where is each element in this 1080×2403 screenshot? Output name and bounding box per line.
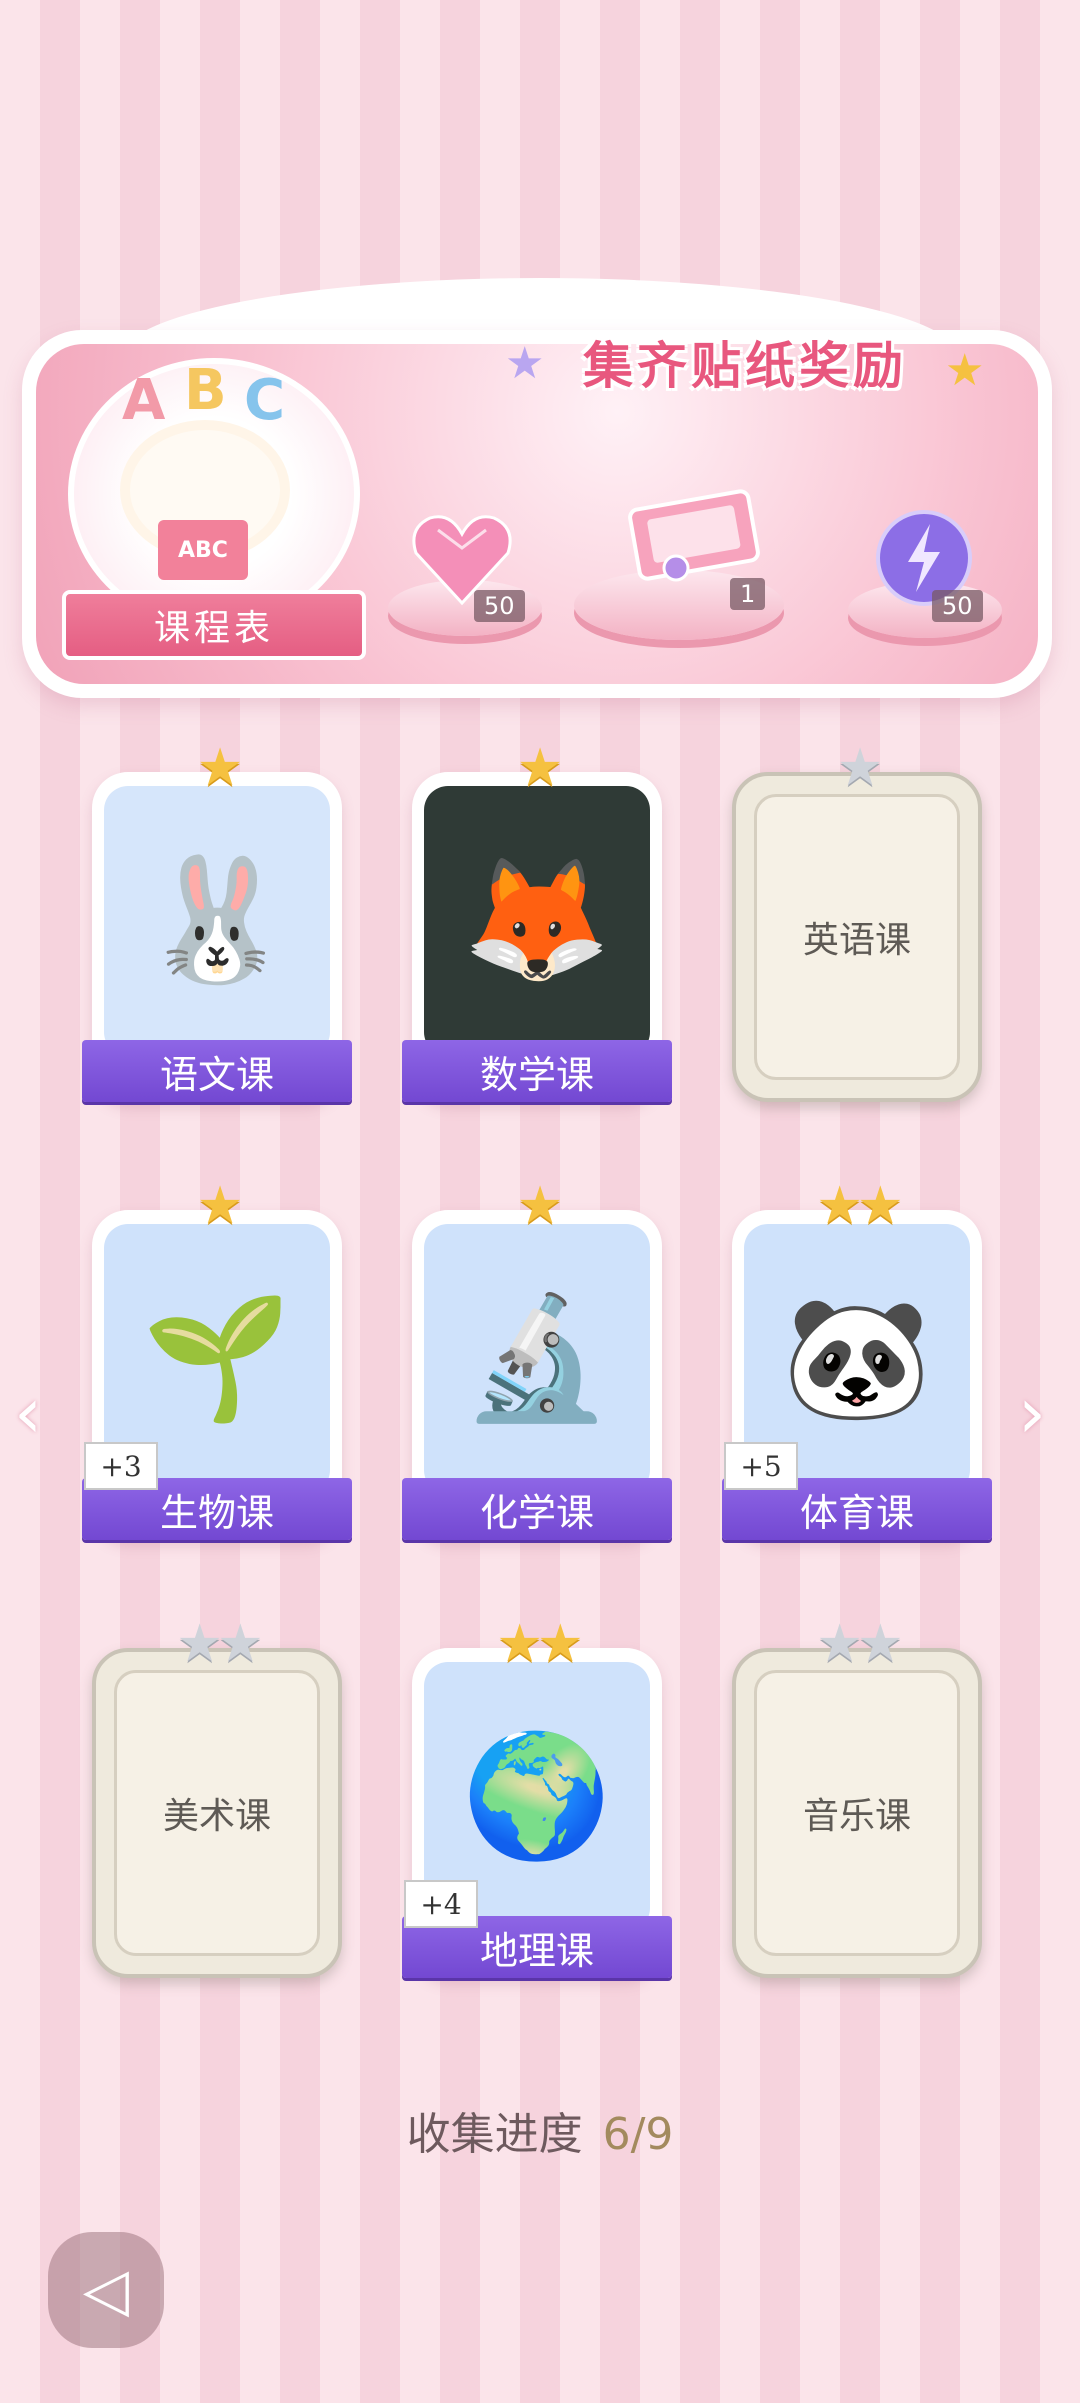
collection-progress: 收集进度 6/9 — [0, 2098, 1080, 2162]
course-card[interactable]: 英语课 ★ — [732, 742, 982, 1102]
next-page-arrow-icon[interactable]: › — [1018, 1372, 1046, 1454]
abc-letter: A — [122, 368, 166, 433]
star-icon: ★ — [857, 1614, 904, 1674]
locked-card-frame: 音乐课 — [732, 1648, 982, 1978]
card-frame: 🌱 生物课 +3 — [82, 1210, 352, 1540]
locked-card-frame: 英语课 — [732, 772, 982, 1102]
star-rating: ★★ — [732, 1618, 982, 1670]
star-deco-icon: ★ — [945, 345, 985, 396]
back-arrow-icon: ◁ — [82, 2255, 130, 2325]
star-icon: ★ — [857, 1176, 904, 1236]
card-frame: 🐼 体育课 +5 — [722, 1210, 992, 1540]
star-icon: ★ — [217, 1614, 264, 1674]
star-rating: ★ — [732, 742, 982, 794]
banner-title: 集齐贴纸奖励 — [583, 337, 907, 395]
card-frame: 🌍 地理课 +4 — [402, 1648, 672, 1978]
star-icon: ★ — [816, 1614, 863, 1674]
course-card[interactable]: 音乐课 ★★ — [732, 1618, 982, 1978]
card-frame: 🦊 数学课 — [402, 772, 672, 1102]
star-icon: ★ — [816, 1176, 863, 1236]
back-button[interactable]: ◁ — [48, 2232, 164, 2348]
star-rating: ★ — [92, 1180, 342, 1232]
abc-letter: C — [244, 368, 286, 433]
course-label: 数学课 — [402, 1040, 672, 1102]
course-label: 语文课 — [82, 1040, 352, 1102]
course-illustration-icon: 🐰 — [104, 786, 330, 1056]
course-illustration-icon: 🔬 — [424, 1224, 650, 1494]
star-deco-icon: ★ — [505, 338, 545, 389]
course-label: 音乐课 — [754, 1670, 960, 1956]
card-frame: 🔬 化学课 — [402, 1210, 672, 1540]
star-icon: ★ — [496, 1614, 543, 1674]
book-icon: ABC — [158, 520, 248, 580]
card-frame: 🐰 语文课 — [82, 772, 352, 1102]
course-card[interactable]: 🐼 体育课 +5 ★★ — [722, 1180, 992, 1540]
course-label: 美术课 — [114, 1670, 320, 1956]
star-rating: ★ — [92, 742, 342, 794]
gift-box-icon[interactable] — [624, 470, 764, 590]
course-card[interactable]: 🌍 地理课 +4 ★★ — [402, 1618, 672, 1978]
star-rating: ★★ — [92, 1618, 342, 1670]
course-card[interactable]: 🐰 语文课 ★ — [82, 742, 352, 1102]
schedule-button[interactable]: 课程表 — [62, 590, 366, 660]
course-card[interactable]: 🦊 数学课 ★ — [402, 742, 672, 1102]
abc-letter: B — [184, 358, 227, 423]
star-icon: ★ — [516, 1176, 564, 1236]
course-label: 英语课 — [754, 794, 960, 1080]
progress-label: 收集进度 — [406, 2109, 583, 2160]
star-icon: ★ — [836, 738, 884, 798]
star-icon: ★ — [196, 738, 244, 798]
star-icon: ★ — [196, 1176, 244, 1236]
course-card[interactable]: 🔬 化学课 ★ — [402, 1180, 672, 1540]
bonus-badge: +3 — [84, 1442, 158, 1490]
star-rating: ★★ — [732, 1180, 982, 1232]
course-card[interactable]: 美术课 ★★ — [92, 1618, 342, 1978]
star-icon: ★ — [176, 1614, 223, 1674]
star-icon: ★ — [516, 738, 564, 798]
course-card[interactable]: 🌱 生物课 +3 ★ — [82, 1180, 352, 1540]
course-illustration-icon: 🦊 — [424, 786, 650, 1056]
reward-count: 50 — [474, 590, 525, 622]
course-label: 化学课 — [402, 1478, 672, 1540]
star-rating: ★ — [412, 1180, 662, 1232]
star-rating: ★ — [412, 742, 662, 794]
progress-value: 6/9 — [602, 2109, 674, 2160]
bonus-badge: +4 — [404, 1880, 478, 1928]
star-icon: ★ — [537, 1614, 584, 1674]
bonus-badge: +5 — [724, 1442, 798, 1490]
locked-card-frame: 美术课 — [92, 1648, 342, 1978]
reward-count: 50 — [932, 590, 983, 622]
reward-count: 1 — [730, 578, 766, 610]
prev-page-arrow-icon[interactable]: ‹ — [14, 1372, 42, 1454]
star-rating: ★★ — [412, 1618, 662, 1670]
